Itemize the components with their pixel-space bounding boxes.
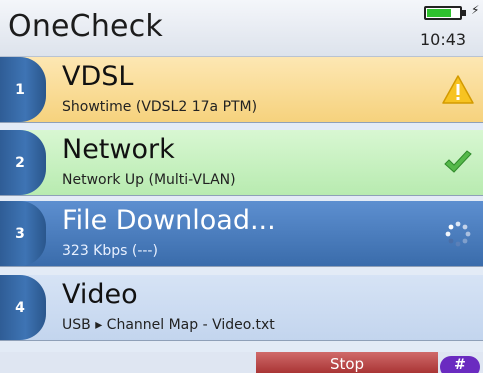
header-bar: OneCheck ⚡ 10:43 xyxy=(0,0,483,57)
spinner-icon xyxy=(445,221,471,247)
onecheck-screen: OneCheck ⚡ 10:43 1 VDSL Showtime (VDSL2 … xyxy=(0,0,483,373)
test-number-badge: 4 xyxy=(0,275,46,340)
battery-tip xyxy=(462,10,466,16)
hash-button[interactable]: # xyxy=(440,356,480,373)
test-row-file-download[interactable]: 3 File Download... 323 Kbps (---) xyxy=(0,201,483,267)
test-row-vdsl[interactable]: 1 VDSL Showtime (VDSL2 17a PTM) xyxy=(0,57,483,123)
warning-icon xyxy=(442,75,474,104)
battery-level-fill xyxy=(427,9,451,17)
test-row-network[interactable]: 2 Network Network Up (Multi-VLAN) xyxy=(0,130,483,196)
stop-button[interactable]: Stop xyxy=(256,352,438,373)
test-title: VDSL xyxy=(62,61,134,92)
test-subtitle: USB ▸ Channel Map - Video.txt xyxy=(62,317,275,333)
test-subtitle: Showtime (VDSL2 17a PTM) xyxy=(62,99,258,115)
test-number-badge: 2 xyxy=(0,130,46,195)
test-title: Video xyxy=(62,279,138,310)
test-title: Network xyxy=(62,134,175,165)
battery-icon xyxy=(424,6,462,20)
test-subtitle: 323 Kbps (---) xyxy=(62,243,158,259)
test-number-badge: 3 xyxy=(0,201,46,266)
test-title: File Download... xyxy=(62,205,276,236)
app-title: OneCheck xyxy=(8,9,163,44)
test-number-badge: 1 xyxy=(0,57,46,122)
clock: 10:43 xyxy=(420,30,467,49)
charging-bolt-icon: ⚡ xyxy=(471,3,480,17)
test-row-video[interactable]: 4 Video USB ▸ Channel Map - Video.txt xyxy=(0,275,483,341)
test-subtitle: Network Up (Multi-VLAN) xyxy=(62,172,236,188)
checkmark-icon xyxy=(444,150,472,173)
